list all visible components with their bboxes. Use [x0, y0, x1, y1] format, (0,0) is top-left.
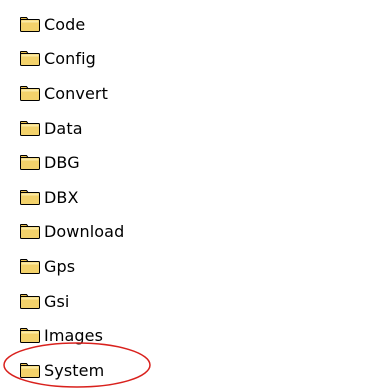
folder-icon: [19, 189, 41, 206]
folder-label: Gsi: [44, 291, 70, 311]
folder-icon: [19, 362, 41, 379]
folder-label: Config: [44, 49, 96, 69]
folder-icon: [19, 154, 41, 171]
folder-icon: [19, 16, 41, 33]
folder-label: DBG: [44, 153, 80, 173]
folder-item-dbg[interactable]: DBG: [19, 145, 124, 180]
folder-label: System: [44, 360, 105, 380]
folder-label: Data: [44, 118, 83, 138]
folder-icon: [19, 293, 41, 310]
folder-label: Download: [44, 222, 125, 242]
folder-item-convert[interactable]: Convert: [19, 76, 124, 111]
folder-item-gps[interactable]: Gps: [19, 249, 124, 284]
folder-list: Code Config Convert Data DBG DBX Downloa…: [19, 7, 124, 388]
folder-icon: [19, 50, 41, 67]
folder-icon: [19, 327, 41, 344]
folder-icon: [19, 223, 41, 240]
folder-item-config[interactable]: Config: [19, 42, 124, 77]
folder-item-dbx[interactable]: DBX: [19, 180, 124, 215]
folder-icon: [19, 258, 41, 275]
folder-item-gsi[interactable]: Gsi: [19, 284, 124, 319]
folder-item-system[interactable]: System: [19, 353, 124, 388]
folder-label: Convert: [44, 83, 108, 103]
folder-item-images[interactable]: Images: [19, 318, 124, 353]
folder-label: DBX: [44, 187, 79, 207]
folder-item-data[interactable]: Data: [19, 111, 124, 146]
folder-item-code[interactable]: Code: [19, 7, 124, 42]
folder-label: Images: [44, 326, 104, 346]
folder-icon: [19, 120, 41, 137]
folder-label: Gps: [44, 256, 76, 276]
folder-item-download[interactable]: Download: [19, 215, 124, 250]
folder-label: Code: [44, 14, 86, 34]
folder-icon: [19, 85, 41, 102]
